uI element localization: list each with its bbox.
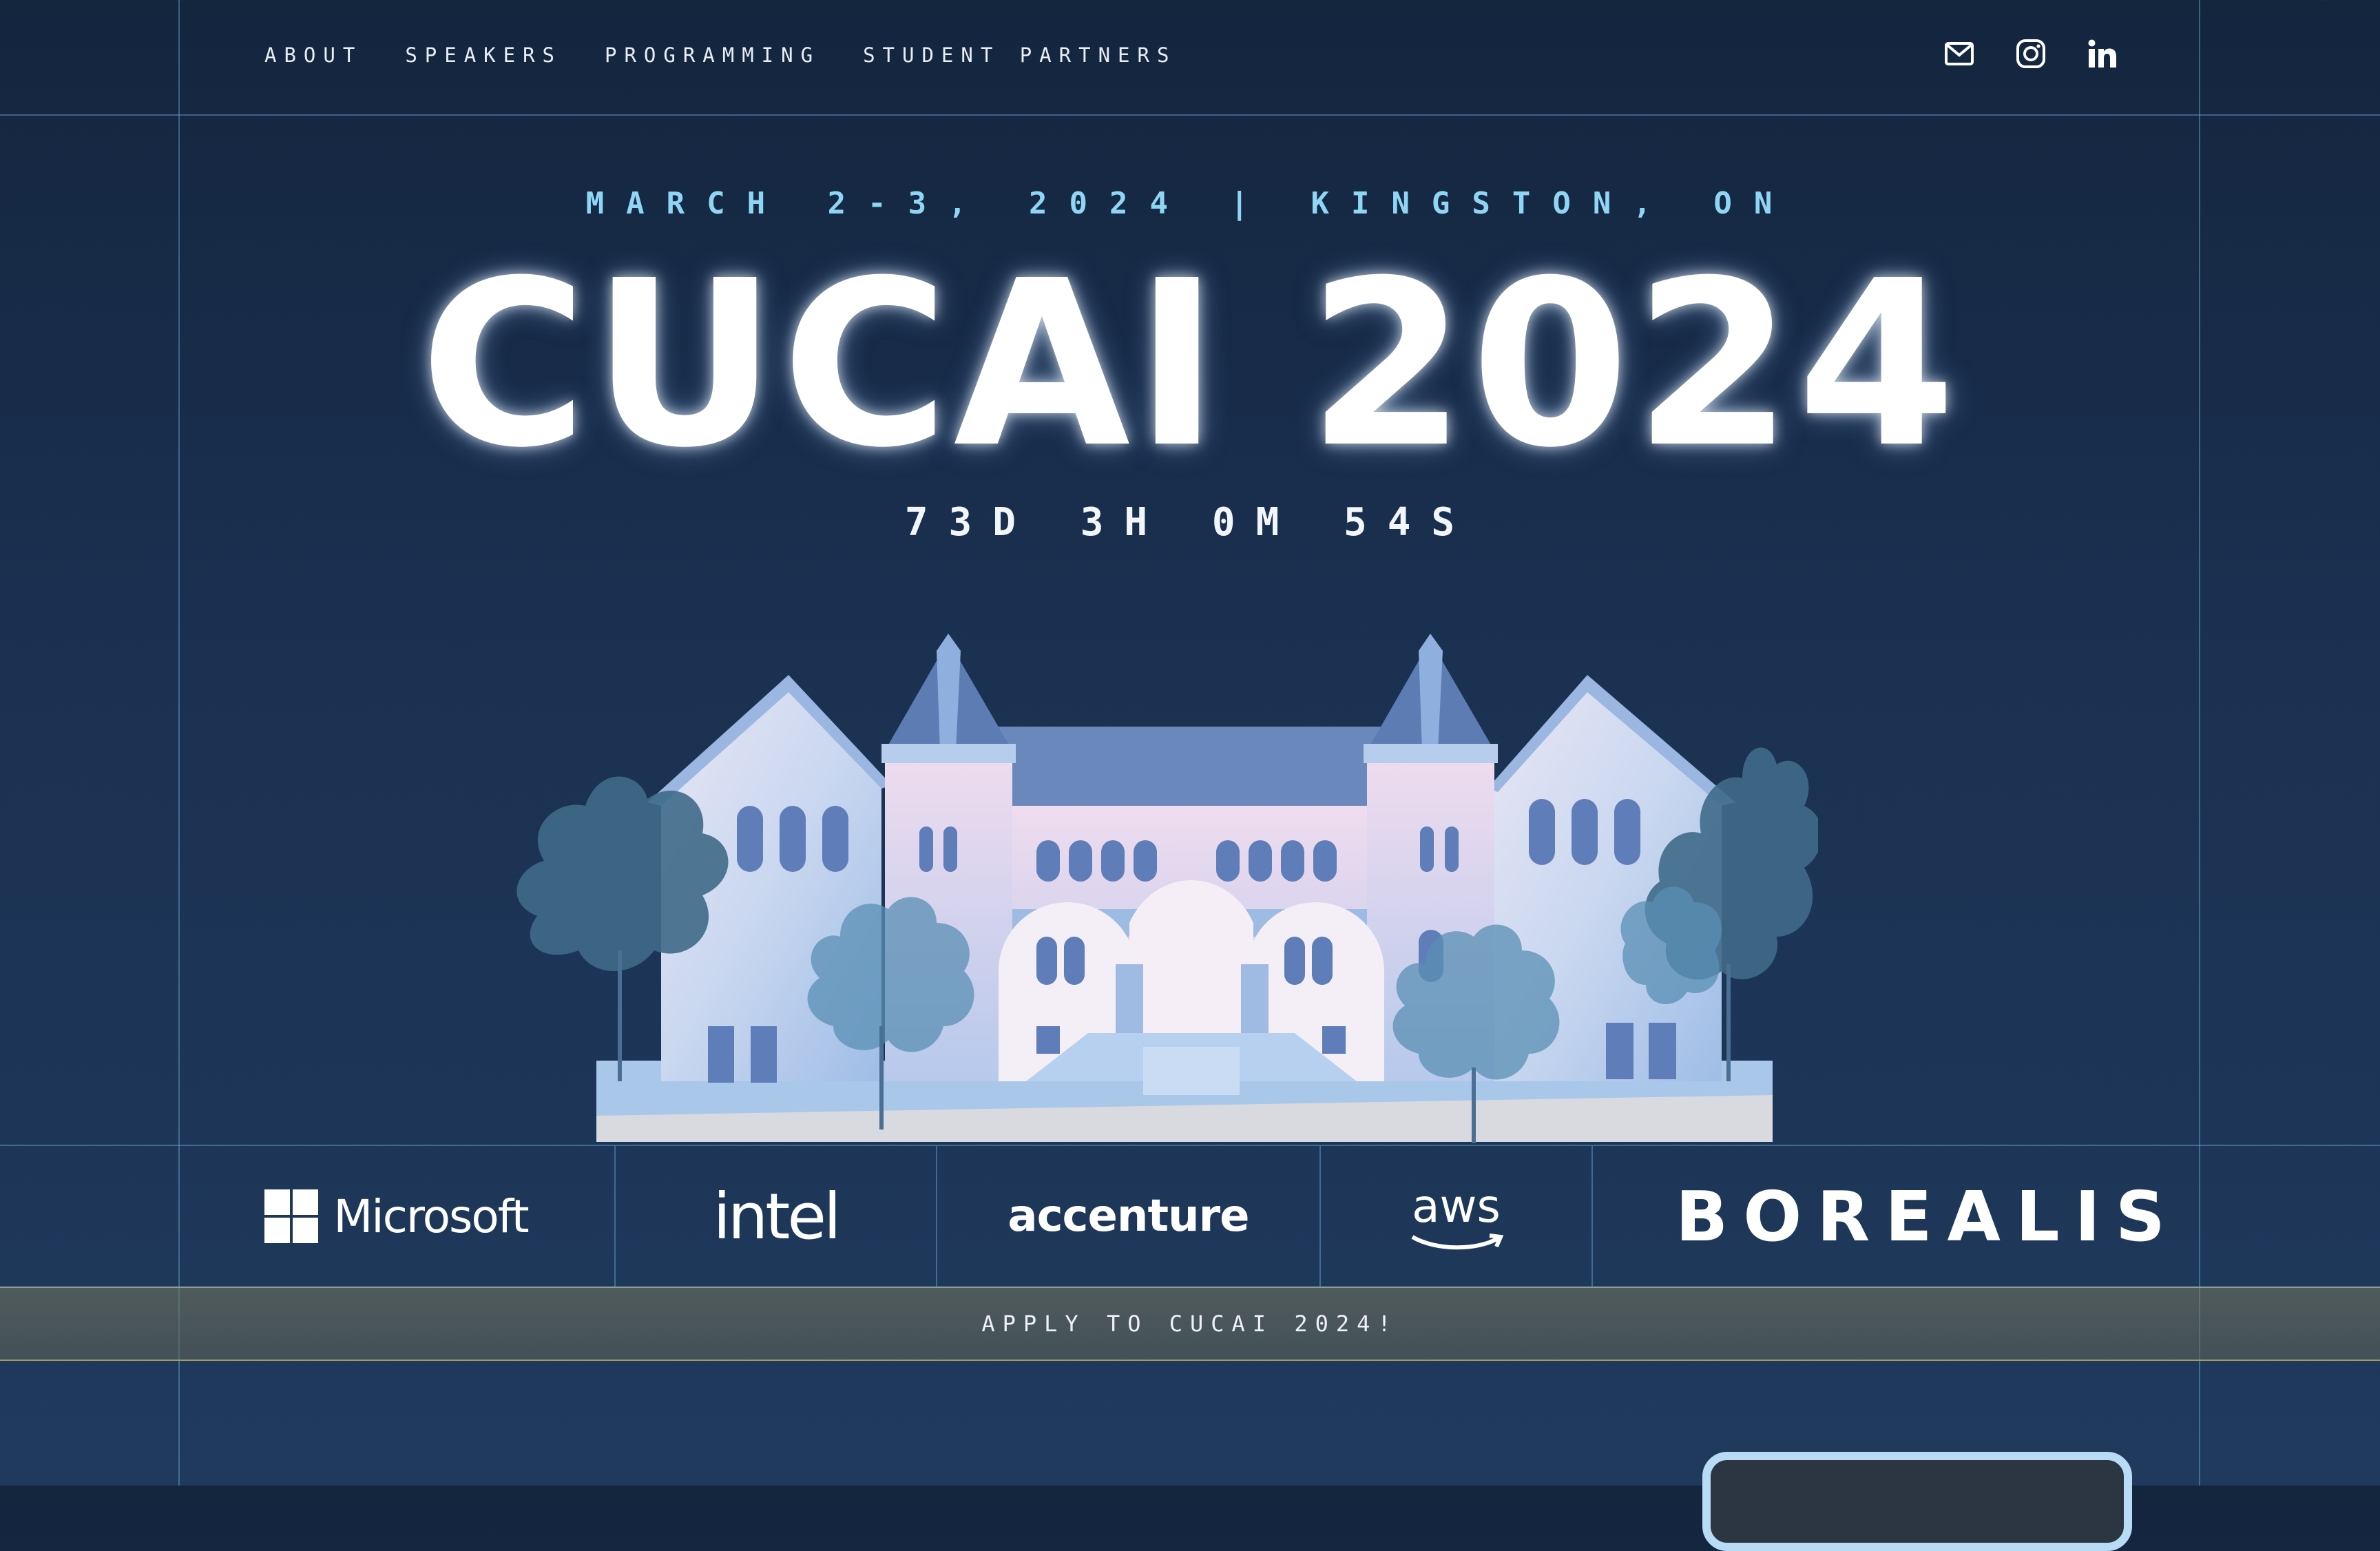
sponsor-divider [1319,1146,1321,1287]
borealis-wordmark: BOREALIS AI [1676,1176,2199,1257]
nav-link-speakers[interactable]: SPEAKERS [405,43,562,67]
instagram-icon[interactable] [2015,38,2047,70]
building-illustration [516,634,1818,1143]
nav-link-student-partners[interactable]: STUDENT PARTNERS [863,43,1176,67]
sponsor-intel[interactable]: intel [616,1146,936,1287]
countdown-timer: 73D 3H 0M 54S [904,500,1476,545]
video-preview-card[interactable] [1702,1452,2132,1551]
microsoft-wordmark: Microsoft [333,1189,529,1243]
apply-button-label: APPLY TO CUCAI 2024! [981,1311,1399,1337]
aws-wordmark: aws [1412,1179,1501,1233]
event-date-location: MARCH 2-3, 2024 | KINGSTON, ON [585,186,1795,221]
grid-line-banner-top [0,1287,2380,1288]
main-nav: ABOUT SPEAKERS PROGRAMMING STUDENT PARTN… [264,40,1219,70]
page-title: CUCAI 2024 [419,232,1961,498]
intel-wordmark: intel [713,1179,841,1253]
nav-link-programming[interactable]: PROGRAMMING [605,43,820,67]
sponsor-divider [936,1146,937,1287]
sponsor-divider [1591,1146,1593,1287]
microsoft-logo-icon [264,1189,319,1243]
social-links [1943,38,2118,70]
sponsor-strip: Microsoft intel accenture aws BOREALIS A… [178,1146,2199,1287]
grid-line-nav-bottom [0,114,2380,116]
sponsor-divider [614,1146,616,1287]
grid-line-right [2199,0,2200,1486]
sponsor-accenture[interactable]: accenture [937,1146,1319,1287]
sponsor-microsoft[interactable]: Microsoft [178,1146,614,1287]
aws-smile-icon [1410,1233,1503,1249]
mail-icon[interactable] [1943,38,1975,70]
nav-link-about[interactable]: ABOUT [264,43,362,67]
sponsor-aws[interactable]: aws [1321,1146,1591,1287]
linkedin-icon[interactable] [2087,38,2118,70]
sponsor-borealis[interactable]: BOREALIS AI [1593,1146,2199,1287]
accenture-wordmark: accenture [1008,1191,1249,1242]
apply-banner[interactable]: APPLY TO CUCAI 2024! [0,1287,2380,1361]
